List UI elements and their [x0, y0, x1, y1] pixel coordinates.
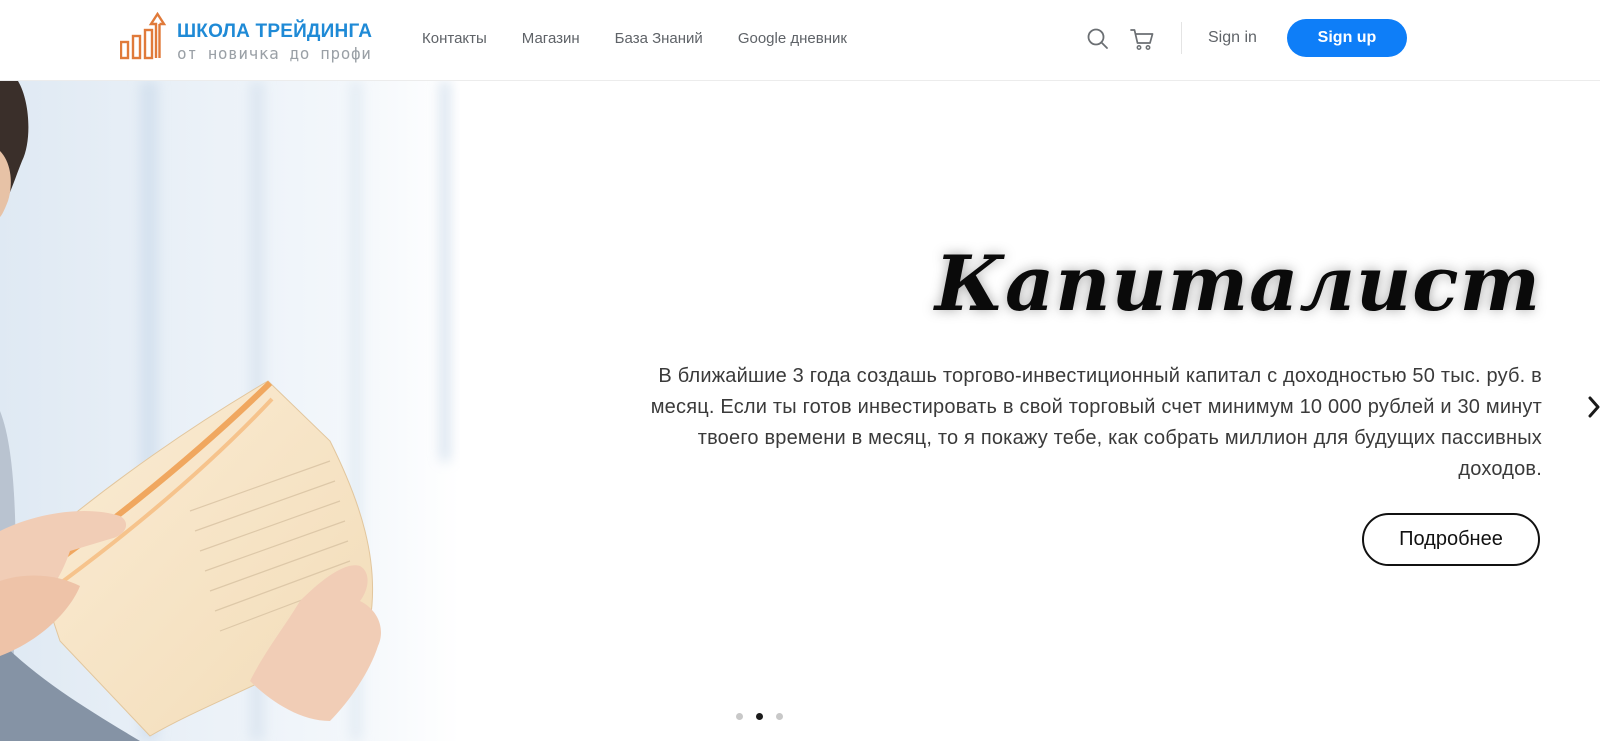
logo-subtitle: от новичка до профи — [177, 44, 372, 63]
cart-icon — [1130, 29, 1154, 50]
hero-photo-man-reading-newspaper — [0, 81, 460, 741]
hero-slider: Капиталист В ближайшие 3 года создашь то… — [0, 81, 1600, 741]
main-nav: Контакты Магазин База Знаний Google днев… — [422, 29, 882, 49]
search-button[interactable] — [1085, 26, 1111, 52]
slider-dot-1[interactable] — [736, 713, 743, 720]
sign-up-button[interactable]: Sign up — [1287, 19, 1407, 57]
logo-title: ШКОЛА ТРЕЙДИНГА — [177, 21, 373, 42]
nav-item-shop[interactable]: Магазин — [522, 29, 580, 49]
nav-item-google-diary[interactable]: Google дневник — [738, 29, 847, 49]
nav-item-knowledge-base[interactable]: База Знаний — [615, 29, 703, 49]
slider-dot-3[interactable] — [776, 713, 783, 720]
more-details-button[interactable]: Подробнее — [1362, 513, 1540, 566]
hero-description: В ближайшие 3 года создашь торгово-инвес… — [650, 365, 1542, 480]
nav-item-contacts[interactable]: Контакты — [422, 29, 487, 49]
bar-chart-arrow-icon — [120, 12, 167, 60]
cart-button[interactable] — [1129, 26, 1155, 52]
sign-in-link[interactable]: Sign in — [1208, 28, 1257, 48]
hero-title: Капиталист — [934, 239, 1541, 328]
slider-next-button[interactable] — [1588, 394, 1600, 420]
logo[interactable]: ШКОЛА ТРЕЙДИНГА от новичка до профи — [120, 12, 400, 68]
search-icon — [1087, 28, 1108, 49]
header-divider — [1181, 22, 1182, 54]
chevron-right-icon — [1588, 396, 1600, 418]
slider-pagination — [736, 713, 783, 720]
slider-dot-2[interactable] — [756, 713, 763, 720]
site-header: ШКОЛА ТРЕЙДИНГА от новичка до профи Конт… — [0, 0, 1600, 81]
